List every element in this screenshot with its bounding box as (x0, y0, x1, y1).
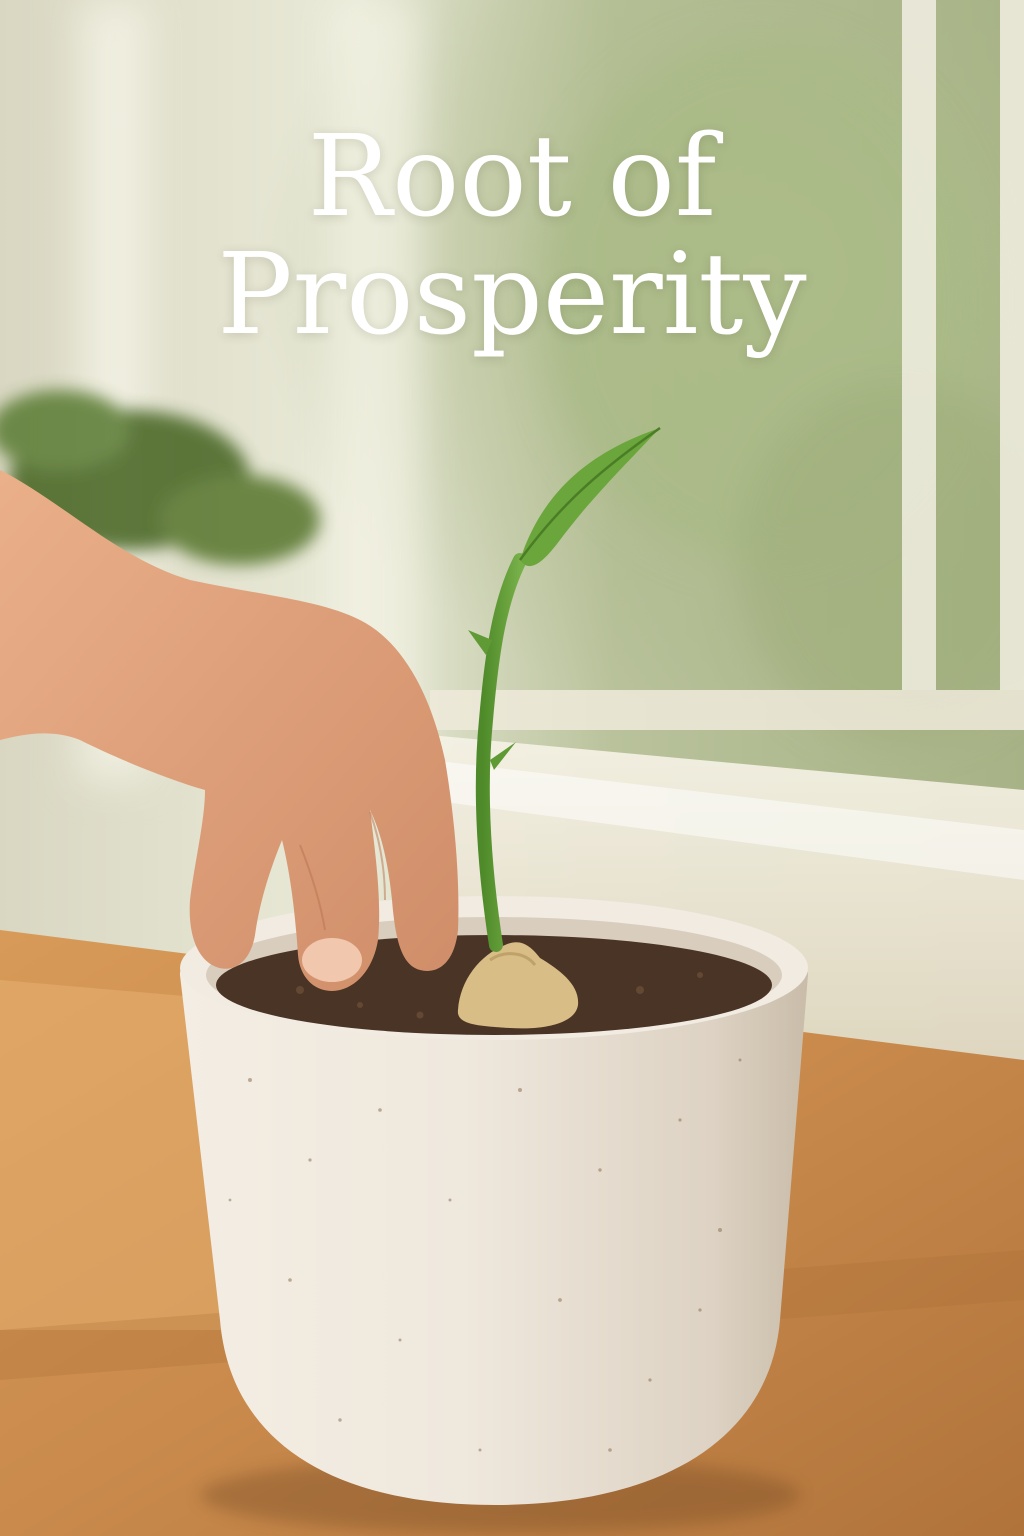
title-line-1: Root of (307, 112, 717, 242)
poster-scene: Root of Prosperity (0, 0, 1024, 1536)
title-line-2: Prosperity (217, 230, 807, 360)
poster-title: Root of Prosperity (0, 118, 1024, 354)
